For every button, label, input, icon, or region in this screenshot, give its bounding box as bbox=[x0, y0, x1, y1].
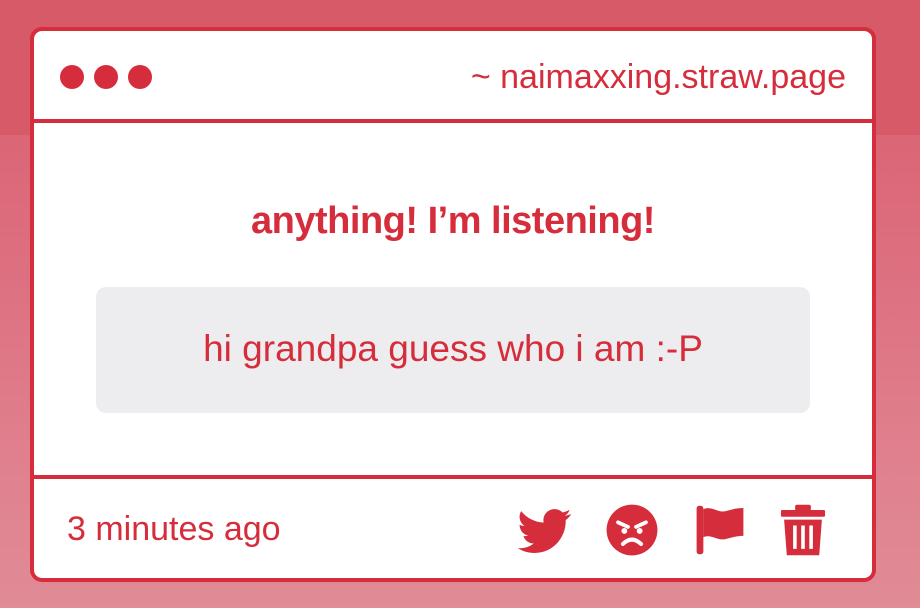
card-footer: 3 minutes ago bbox=[34, 475, 872, 578]
card-body: anything! I’m listening! hi grandpa gues… bbox=[34, 123, 872, 475]
twitter-bird-icon bbox=[518, 509, 572, 553]
flag-icon bbox=[696, 505, 744, 555]
delete-button[interactable] bbox=[776, 503, 830, 557]
site-url[interactable]: ~ naimaxxing.straw.page bbox=[471, 57, 846, 97]
answer-box: hi grandpa guess who i am :-P bbox=[96, 287, 810, 413]
report-flag-button[interactable] bbox=[693, 503, 747, 557]
window-dot bbox=[94, 65, 118, 89]
timestamp: 3 minutes ago bbox=[67, 510, 281, 548]
angry-face-icon bbox=[606, 504, 658, 556]
twitter-share-button[interactable] bbox=[518, 503, 572, 557]
window-dot bbox=[128, 65, 152, 89]
trash-icon bbox=[780, 504, 826, 556]
angry-react-button[interactable] bbox=[605, 503, 659, 557]
message-card: ~ naimaxxing.straw.page anything! I’m li… bbox=[30, 27, 876, 582]
question-prompt: anything! I’m listening! bbox=[251, 200, 655, 242]
answer-text: hi grandpa guess who i am :-P bbox=[203, 328, 703, 369]
card-header: ~ naimaxxing.straw.page bbox=[34, 31, 872, 123]
window-dot bbox=[60, 65, 84, 89]
window-dots bbox=[60, 65, 152, 89]
